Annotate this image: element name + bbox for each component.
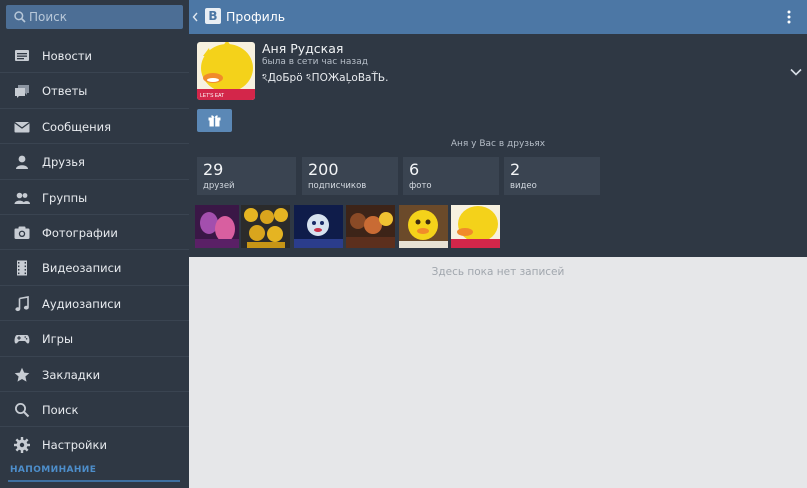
sidebar-item-games[interactable]: Игры [0,321,189,357]
profile-header: LET'S EAT Аня Рудская была в сети час на… [189,34,807,257]
sidebar-item-label: Закладки [42,367,101,382]
profile-name: Аня Рудская [262,41,344,56]
sidebar-item-photos[interactable]: Фотографии [0,215,189,251]
photo-thumbnail[interactable] [294,205,343,248]
svg-text:LET'S EAT: LET'S EAT [200,93,224,99]
sidebar-item-news[interactable]: Новости [0,38,189,74]
sidebar-item-videos[interactable]: Видеозаписи [0,250,189,286]
sidebar-item-audio[interactable]: Аудиозаписи [0,286,189,322]
sidebar-item-bookmarks[interactable]: Закладки [0,357,189,392]
counter-label: друзей [203,181,235,191]
sidebar-menu: Новости Ответы Сообщения Друзья Группы Ф… [0,38,189,463]
search-placeholder: Поиск [29,10,68,24]
counter-label: фото [409,181,432,191]
sidebar-item-label: Новости [42,49,92,63]
audio-icon [15,295,29,311]
sidebar-item-groups[interactable]: Группы [0,180,189,215]
messages-icon [14,121,30,133]
more-vertical-icon[interactable] [785,9,793,25]
reminder-label: НАПОМИНАНИЕ [10,465,97,475]
wall: Здесь пока нет записей [189,257,807,488]
photos-icon [14,226,30,239]
bookmarks-icon [14,367,30,382]
vk-logo-icon: В [205,8,221,24]
friendship-note: Аня у Вас в друзьях [450,139,546,149]
counter-videos[interactable]: 2 видео [504,157,600,195]
sidebar-item-settings[interactable]: Настройки [0,427,189,462]
sidebar-item-label: Видеозаписи [42,261,122,276]
sidebar-item-label: Друзья [42,155,85,170]
gift-button[interactable] [197,109,232,132]
counter-value: 6 [409,160,420,179]
sidebar-search-input[interactable]: Поиск [6,5,183,29]
back-chevron-icon[interactable] [189,6,203,28]
photo-thumbnail[interactable] [346,205,395,248]
counter-value: 200 [308,160,339,179]
avatar[interactable]: LET'S EAT [197,42,255,100]
sidebar-item-label: Группы [42,190,88,205]
counter-value: 29 [203,160,224,179]
counter-photos[interactable]: 6 фото [403,157,499,195]
news-icon [15,50,29,61]
top-bar: В Профиль [189,0,807,34]
counter-value: 2 [510,160,521,179]
page-title: Профиль [226,9,286,24]
replies-icon [15,85,29,99]
settings-icon [14,437,30,454]
reminder-underline [8,480,180,482]
photo-thumbnail[interactable] [399,205,448,248]
games-icon [14,335,30,344]
sidebar-item-messages[interactable]: Сообщения [0,109,189,145]
friends-icon [16,155,28,170]
chevron-down-icon[interactable] [789,66,803,78]
search-icon [15,402,30,418]
photo-thumbnail[interactable] [241,205,290,248]
search-icon [14,11,26,23]
sidebar-item-label: Поиск [42,402,79,417]
profile-status-text: ঽДоБрö ঽПОЖаĻоВаŤЬ. [262,72,389,84]
groups-icon [14,192,30,204]
photo-thumbnail[interactable] [195,205,239,248]
sidebar: Поиск Новости Ответы Сообщения Друзья Гр… [0,0,189,488]
sidebar-item-friends[interactable]: Друзья [0,144,189,180]
photo-thumbnail[interactable] [451,205,500,248]
sidebar-item-label: Ответы [42,84,88,99]
online-status: была в сети час назад [262,57,368,67]
counter-label: подписчиков [308,181,367,191]
counter-followers[interactable]: 200 подписчиков [302,157,398,195]
sidebar-item-replies[interactable]: Ответы [0,73,189,109]
sidebar-item-label: Игры [42,332,74,347]
sidebar-item-label: Аудиозаписи [42,296,122,311]
gift-icon [208,115,221,127]
sidebar-item-search[interactable]: Поиск [0,392,189,428]
counter-friends[interactable]: 29 друзей [197,157,296,195]
counter-label: видео [510,181,537,191]
sidebar-item-label: Настройки [42,438,107,453]
sidebar-item-label: Фотографии [42,225,118,240]
wall-empty-message: Здесь пока нет записей [431,266,565,278]
reminder-section[interactable]: НАПОМИНАНИЕ [0,462,189,488]
videos-icon [17,260,27,276]
sidebar-item-label: Сообщения [42,119,112,134]
